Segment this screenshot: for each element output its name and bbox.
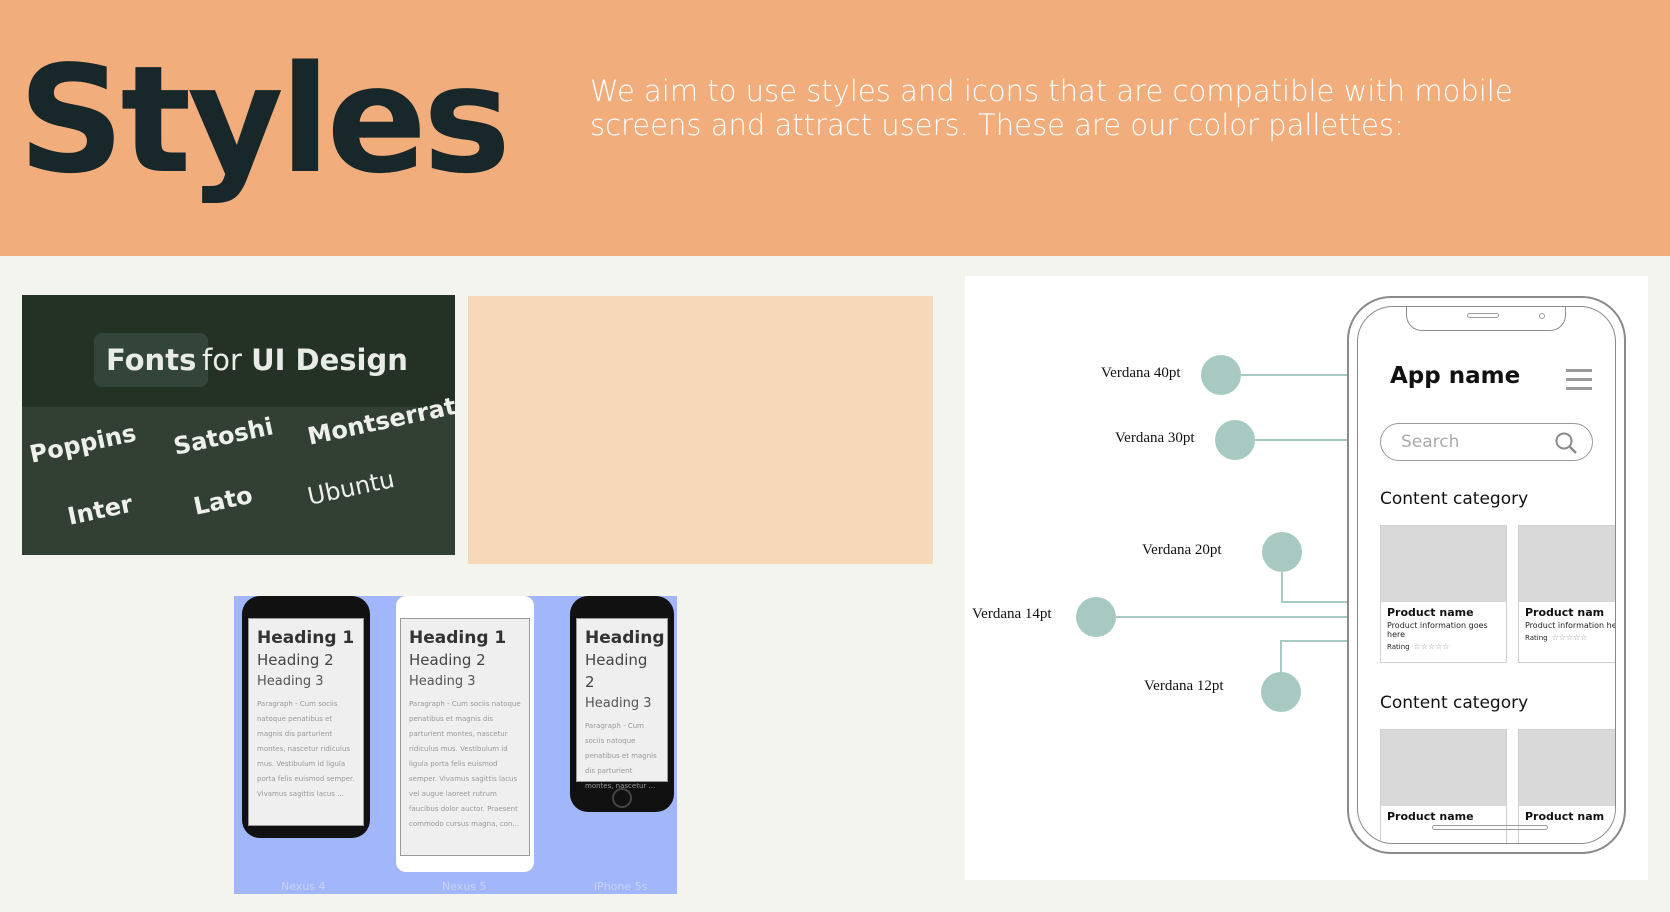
page-title: Styles (18, 34, 511, 206)
label-verdana-30pt: Verdana 30pt (1115, 430, 1195, 446)
label-iphone-5s: iPhone 5s (594, 880, 648, 893)
paragraph: Paragraph - Cum sociis natoque penatibus… (409, 700, 521, 828)
ui-design-text: UI Design (251, 343, 408, 377)
rating-label: Rating (1387, 643, 1410, 651)
font-name-inter: Inter (65, 489, 136, 531)
font-name-poppins: Poppins (27, 418, 139, 469)
product-image (1519, 526, 1615, 602)
search-placeholder: Search (1401, 432, 1460, 452)
search-icon[interactable] (1553, 430, 1579, 456)
product-rating: Rating ☆☆☆☆☆ (1381, 639, 1506, 651)
fonts-card-header: Fonts for UI Design (22, 295, 455, 407)
fonts-card: Fonts for UI Design Poppins Satoshi Mont… (22, 295, 455, 555)
fonts-pill: Fonts (94, 333, 209, 387)
label-nexus-5: Nexus 5 (442, 880, 487, 893)
label-nexus-4: Nexus 4 (281, 880, 326, 893)
label-verdana-12pt: Verdana 12pt (1144, 678, 1224, 694)
product-card[interactable]: Product nam Product information here Rat… (1518, 525, 1616, 663)
phone-screen: App name Search Content category Product… (1357, 306, 1616, 844)
heading-2: Heading 2 (409, 651, 486, 669)
connector-line (1280, 641, 1282, 673)
star-rating-icon: ☆☆☆☆☆ (1551, 633, 1588, 642)
phone-mockup: App name Search Content category Product… (1347, 296, 1626, 854)
connector-dot-40pt (1201, 355, 1241, 395)
connector-dot-20pt (1262, 532, 1302, 572)
product-card[interactable]: Product name Product information goes he… (1380, 525, 1507, 663)
product-image (1519, 730, 1615, 806)
heading-2: Heading 2 (257, 651, 334, 669)
connector-dot-14pt (1076, 597, 1116, 637)
product-image (1381, 526, 1506, 602)
product-image (1381, 730, 1506, 806)
label-verdana-20pt: Verdana 20pt (1142, 542, 1222, 558)
product-name: Product nam (1525, 810, 1605, 823)
heading-2: Heading 2 (585, 651, 648, 691)
label-verdana-40pt: Verdana 40pt (1101, 365, 1181, 381)
product-name: Product name (1387, 606, 1474, 619)
hamburger-menu-icon[interactable] (1566, 369, 1592, 391)
device-previews: Heading 1 Heading 2 Heading 3 Paragraph … (234, 596, 677, 894)
for-text: for (202, 343, 242, 377)
heading-3: Heading 3 (409, 674, 476, 689)
nexus-5-screen: Heading 1 Heading 2 Heading 3 Paragraph … (400, 618, 530, 856)
typography-wireframe: Verdana 40pt Verdana 30pt Verdana 20pt V… (965, 276, 1648, 880)
camera-icon (1539, 313, 1545, 319)
font-name-ubuntu: Ubuntu (305, 465, 397, 511)
home-indicator (1432, 825, 1548, 830)
connector-line (1281, 572, 1283, 602)
font-name-lato: Lato (191, 480, 256, 521)
app-name: App name (1390, 363, 1521, 389)
nexus-4-phone: Heading 1 Heading 2 Heading 3 Paragraph … (242, 596, 370, 838)
nexus-4-screen: Heading 1 Heading 2 Heading 3 Paragraph … (248, 618, 364, 826)
connector-dot-30pt (1215, 420, 1255, 460)
color-swatch-peach (468, 296, 933, 564)
content-category-title: Content category (1380, 693, 1529, 713)
home-button-icon (612, 788, 632, 808)
header-banner: Styles We aim to use styles and icons th… (0, 0, 1670, 256)
content-category-title: Content category (1380, 489, 1529, 509)
heading-1: Heading 1 (409, 628, 507, 648)
product-rating: Rating ☆☆☆☆☆ (1519, 630, 1615, 642)
heading-1: Heading (585, 628, 665, 648)
rating-label: Rating (1525, 634, 1548, 642)
phone-notch (1406, 307, 1566, 331)
search-input[interactable]: Search (1380, 423, 1593, 461)
heading-1: Heading 1 (257, 628, 355, 648)
paragraph: Paragraph - Cum sociis natoque penatibus… (585, 722, 657, 790)
heading-3: Heading 3 (257, 674, 324, 689)
speaker-icon (1467, 313, 1499, 318)
product-name: Product nam (1525, 606, 1605, 619)
heading-3: Heading 3 (585, 696, 652, 711)
iphone-5s-phone: Heading Heading 2 Heading 3 Paragraph - … (570, 596, 674, 812)
fonts-heading: for UI Design (202, 333, 408, 387)
font-name-satoshi: Satoshi (171, 412, 276, 461)
label-verdana-14pt: Verdana 14pt (972, 606, 1052, 622)
nexus-5-phone: Heading 1 Heading 2 Heading 3 Paragraph … (396, 596, 534, 872)
intro-text: We aim to use styles and icons that are … (590, 74, 1513, 142)
connector-dot-12pt (1261, 672, 1301, 712)
paragraph: Paragraph - Cum sociis natoque penatibus… (257, 700, 355, 798)
iphone-5s-screen: Heading Heading 2 Heading 3 Paragraph - … (576, 618, 668, 790)
star-rating-icon: ☆☆☆☆☆ (1413, 642, 1450, 651)
product-info: Product information here (1525, 621, 1616, 630)
product-info: Product information goes here (1387, 621, 1488, 639)
product-name: Product name (1387, 810, 1474, 823)
